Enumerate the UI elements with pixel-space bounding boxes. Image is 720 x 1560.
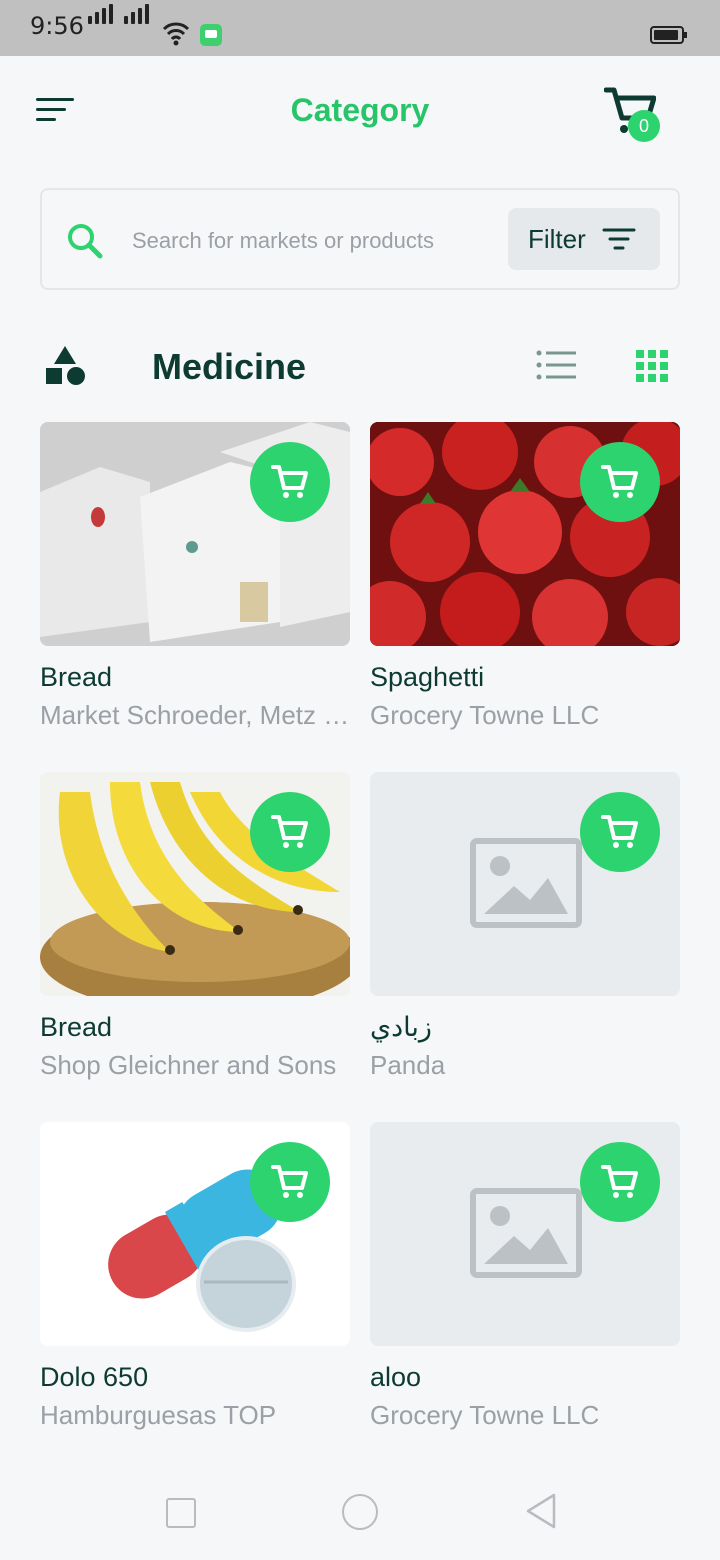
grid-view-icon[interactable] bbox=[636, 350, 668, 382]
list-view-icon[interactable] bbox=[536, 350, 576, 382]
product-market: Grocery Towne LLC bbox=[370, 1400, 600, 1430]
add-to-cart-button[interactable] bbox=[580, 442, 660, 522]
shapes-icon bbox=[46, 346, 85, 385]
wifi-icon bbox=[162, 22, 190, 46]
search-bar: Search for markets or products Filter bbox=[40, 188, 680, 290]
category-title: Medicine bbox=[152, 346, 307, 387]
product-name: Bread bbox=[40, 662, 113, 692]
cart-icon bbox=[601, 1165, 638, 1198]
filter-button[interactable]: Filter bbox=[508, 208, 660, 270]
filter-label: Filter bbox=[528, 224, 586, 254]
recents-button[interactable] bbox=[166, 1498, 196, 1528]
product-market: Shop Gleichner and Sons bbox=[40, 1050, 337, 1080]
add-to-cart-button[interactable] bbox=[580, 1142, 660, 1222]
battery-icon bbox=[650, 26, 687, 44]
back-button[interactable] bbox=[524, 1492, 558, 1530]
cart-icon bbox=[271, 1165, 308, 1198]
status-bar: 9:56 bbox=[0, 0, 720, 56]
product-name: aloo bbox=[370, 1362, 422, 1392]
status-time: 9:56 bbox=[30, 12, 84, 40]
message-icon bbox=[200, 24, 222, 46]
cart-icon bbox=[601, 465, 638, 498]
product-market: Hamburguesas TOP bbox=[40, 1400, 277, 1430]
add-to-cart-button[interactable] bbox=[250, 792, 330, 872]
product-market: Market Schroeder, Metz and Schultz bbox=[40, 700, 350, 730]
cart-icon bbox=[271, 815, 308, 848]
cart-icon bbox=[271, 465, 308, 498]
home-button[interactable] bbox=[342, 1494, 378, 1530]
search-icon bbox=[68, 224, 103, 259]
search-input[interactable]: Search for markets or products bbox=[132, 228, 434, 254]
add-to-cart-button[interactable] bbox=[580, 792, 660, 872]
product-market: Panda bbox=[370, 1050, 446, 1080]
image-placeholder-icon bbox=[470, 838, 582, 928]
product-market: Grocery Towne LLC bbox=[370, 700, 600, 730]
add-to-cart-button[interactable] bbox=[250, 442, 330, 522]
product-name: زبادي bbox=[370, 1012, 432, 1042]
add-to-cart-button[interactable] bbox=[250, 1142, 330, 1222]
cart-icon bbox=[601, 815, 638, 848]
product-name: Bread bbox=[40, 1012, 113, 1042]
system-nav-bar bbox=[0, 1460, 720, 1560]
filter-icon bbox=[602, 228, 636, 250]
product-name: Dolo 650 bbox=[40, 1362, 149, 1392]
product-name: Spaghetti bbox=[370, 662, 485, 692]
image-placeholder-icon bbox=[470, 1188, 582, 1278]
cart-count-badge: 0 bbox=[628, 110, 660, 142]
